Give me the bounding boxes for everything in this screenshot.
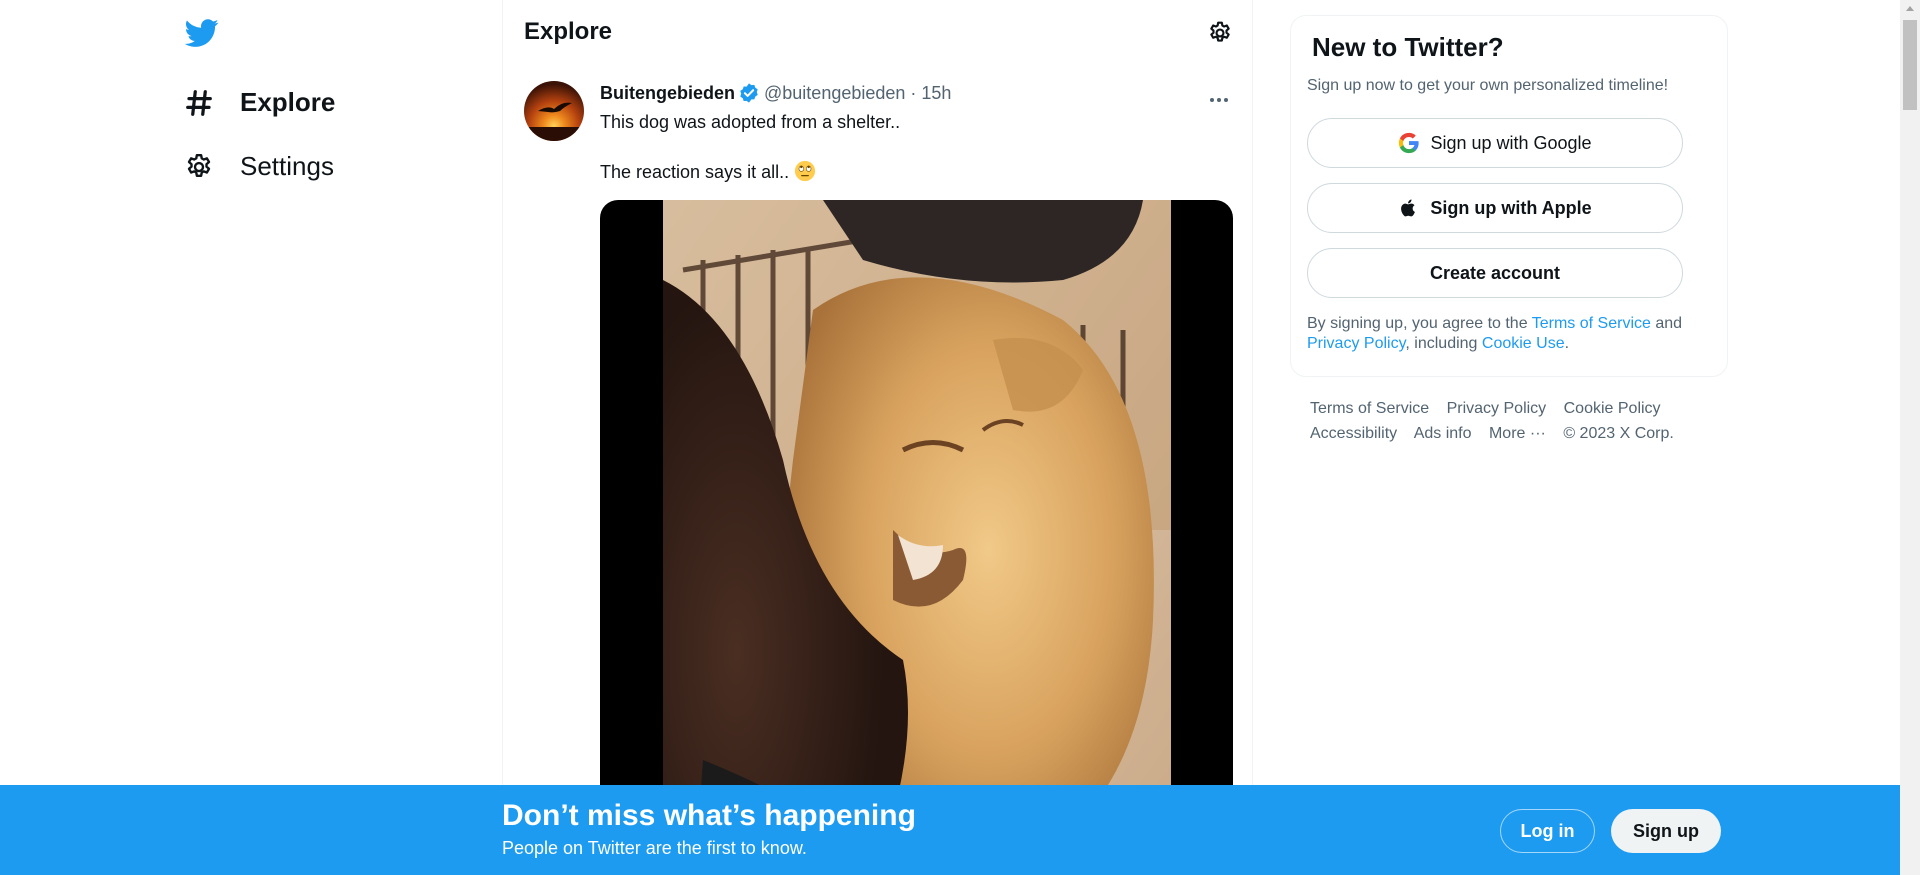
- video-frame: [663, 200, 1171, 875]
- login-banner: Don’t miss what’s happening People on Tw…: [0, 785, 1900, 875]
- apple-signup-label: Sign up with Apple: [1430, 197, 1592, 218]
- hashtag-icon: [184, 88, 214, 118]
- footer-privacy-link[interactable]: Privacy Policy: [1447, 400, 1547, 417]
- tweet-text: This dog was adopted from a shelter.. Th…: [600, 110, 900, 185]
- privacy-policy-link[interactable]: Privacy Policy: [1307, 335, 1405, 352]
- main-header: Explore: [503, 0, 1252, 66]
- terms-text: , including: [1405, 335, 1478, 352]
- google-signup-label: Sign up with Google: [1430, 132, 1592, 153]
- nav-item-settings[interactable]: Settings: [184, 151, 334, 182]
- author-handle[interactable]: @buitengebieden: [764, 83, 905, 104]
- scrollbar-thumb[interactable]: [1903, 20, 1917, 110]
- login-button[interactable]: Log in: [1500, 809, 1595, 853]
- create-account-button[interactable]: Create account: [1307, 248, 1683, 298]
- tweet-text-line: The reaction says it all..: [600, 162, 790, 182]
- banner-title: Don’t miss what’s happening: [502, 799, 916, 832]
- footer-more-link[interactable]: More ···: [1489, 425, 1546, 442]
- footer-ads-link[interactable]: Ads info: [1414, 425, 1472, 442]
- verified-badge-icon: [738, 82, 760, 104]
- tweet-text-line: This dog was adopted from a shelter..: [600, 112, 901, 132]
- tweet-header: Buitengebieden @buitengebieden · 15h: [600, 82, 951, 104]
- page-title: Explore: [524, 18, 613, 45]
- face-with-rolling-eyes-emoji-icon: [794, 160, 816, 182]
- signup-subtitle: Sign up now to get your own personalized…: [1307, 77, 1669, 94]
- nav-label-settings: Settings: [240, 151, 334, 181]
- nav-label-explore: Explore: [240, 87, 336, 117]
- left-navigation: Explore Settings: [0, 0, 503, 875]
- copyright: © 2023 X Corp.: [1563, 425, 1674, 442]
- google-icon: [1398, 132, 1420, 154]
- signup-title: New to Twitter?: [1312, 32, 1504, 62]
- footer-cookie-link[interactable]: Cookie Policy: [1564, 400, 1661, 417]
- footer-accessibility-link[interactable]: Accessibility: [1310, 425, 1397, 442]
- nav-item-explore[interactable]: Explore: [184, 87, 335, 118]
- gear-icon[interactable]: [1207, 20, 1233, 46]
- more-options-icon[interactable]: [1207, 88, 1231, 112]
- terms-of-service-link[interactable]: Terms of Service: [1532, 315, 1651, 332]
- banner-subtitle: People on Twitter are the first to know.: [502, 838, 807, 858]
- author-name[interactable]: Buitengebieden: [600, 83, 735, 104]
- signup-card: New to Twitter? Sign up now to get your …: [1290, 15, 1728, 377]
- main-column: Explore Buitengebieden @buitengebieden ·…: [502, 0, 1253, 875]
- vertical-scrollbar[interactable]: [1900, 0, 1920, 875]
- scroll-up-arrow-icon[interactable]: [1906, 6, 1914, 11]
- gear-icon: [184, 152, 214, 182]
- footer-links: Terms of Service Privacy Policy Cookie P…: [1310, 396, 1720, 446]
- create-account-label: Create account: [1429, 262, 1561, 283]
- separator-dot: ·: [910, 82, 917, 103]
- twitter-bird-icon[interactable]: [183, 16, 221, 50]
- tweet-video[interactable]: [600, 200, 1233, 875]
- signup-button[interactable]: Sign up: [1611, 809, 1721, 853]
- footer-terms-link[interactable]: Terms of Service: [1310, 400, 1429, 417]
- tweet-timestamp[interactable]: 15h: [921, 83, 951, 104]
- terms-text: By signing up, you agree to the: [1307, 315, 1528, 332]
- google-signup-button[interactable]: Sign up with Google: [1307, 118, 1683, 168]
- apple-icon: [1398, 197, 1420, 219]
- avatar[interactable]: [524, 81, 584, 141]
- right-sidebar: New to Twitter? Sign up now to get your …: [1290, 0, 1728, 875]
- apple-signup-button[interactable]: Sign up with Apple: [1307, 183, 1683, 233]
- tweet[interactable]: Buitengebieden @buitengebieden · 15h Thi…: [503, 66, 1252, 875]
- cookie-use-link[interactable]: Cookie Use: [1482, 335, 1565, 352]
- terms-text: and: [1655, 315, 1683, 332]
- terms-notice: By signing up, you agree to the Terms of…: [1307, 314, 1707, 354]
- terms-text: .: [1564, 335, 1570, 352]
